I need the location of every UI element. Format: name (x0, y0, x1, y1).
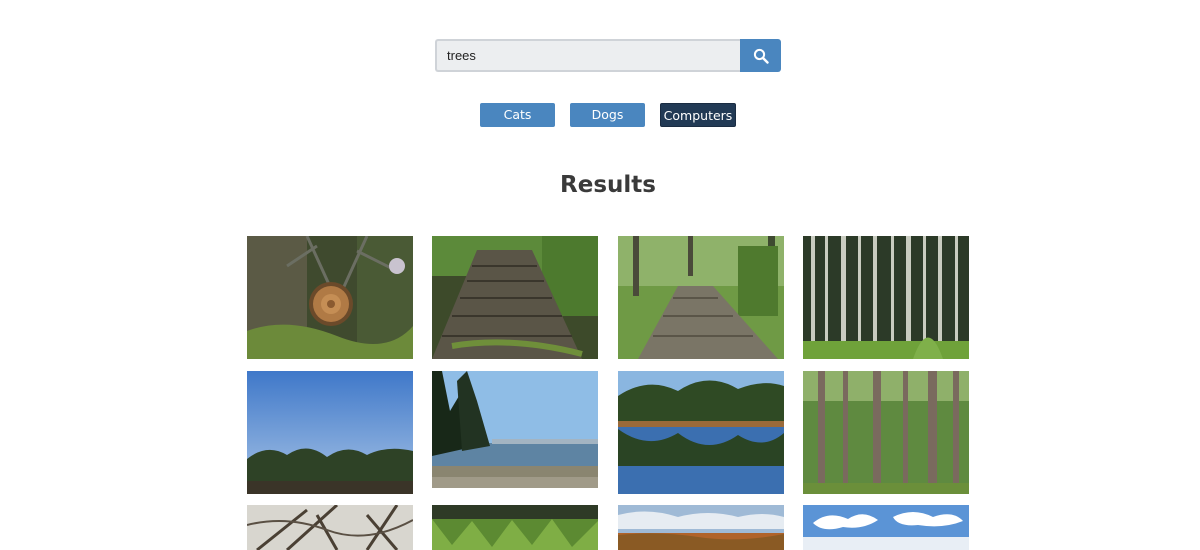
result-image-graphic (247, 236, 413, 359)
result-image[interactable] (432, 371, 598, 488)
search-input[interactable] (435, 39, 741, 72)
result-image[interactable] (247, 505, 413, 550)
result-image-graphic (618, 371, 784, 494)
result-image-graphic (432, 505, 598, 550)
result-image[interactable] (432, 236, 598, 359)
result-image-graphic (803, 236, 969, 359)
result-image-graphic (618, 505, 784, 550)
result-image[interactable] (803, 236, 969, 359)
result-image[interactable] (618, 371, 784, 494)
search-icon (753, 48, 769, 64)
search-page: Cats Dogs Computers Results (0, 0, 1200, 550)
result-image-graphic (803, 371, 969, 494)
category-button-cats[interactable]: Cats (480, 103, 555, 127)
result-image-graphic (247, 371, 413, 494)
result-image[interactable] (803, 505, 969, 550)
category-buttons: Cats Dogs Computers (0, 103, 1200, 127)
search-button[interactable] (740, 39, 781, 72)
result-image[interactable] (432, 505, 598, 550)
result-image[interactable] (247, 371, 413, 494)
results-title: Results (560, 172, 656, 198)
result-image-graphic (432, 236, 598, 359)
category-button-dogs[interactable]: Dogs (570, 103, 645, 127)
result-image-graphic (432, 371, 598, 488)
result-image[interactable] (618, 505, 784, 550)
result-image[interactable] (247, 236, 413, 359)
result-image[interactable] (803, 371, 969, 494)
result-image-graphic (618, 236, 784, 359)
result-image-graphic (803, 505, 969, 550)
search-form (435, 39, 781, 72)
result-image-graphic (247, 505, 413, 550)
result-image[interactable] (618, 236, 784, 359)
category-button-computers[interactable]: Computers (660, 103, 736, 127)
